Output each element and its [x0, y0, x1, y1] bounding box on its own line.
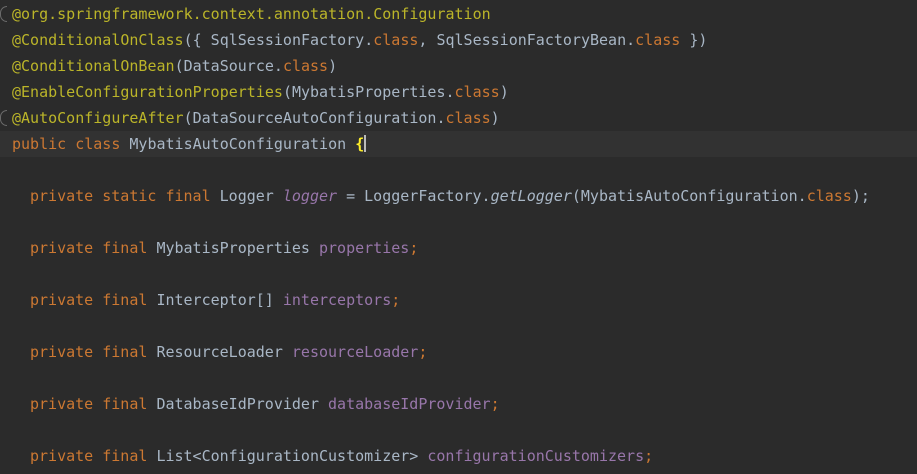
class-name-token: MybatisAutoConfiguration	[129, 135, 356, 153]
code-token: );	[851, 187, 870, 205]
code-token: )	[490, 109, 500, 127]
keyword-token: private static final	[30, 187, 220, 205]
field-token: databaseIdProvider	[328, 395, 491, 413]
code-token: })	[680, 31, 708, 49]
keyword-token: class	[373, 31, 419, 49]
keyword-token: class	[806, 187, 852, 205]
annotation-token: @org.springframework.context.annotation.	[12, 5, 374, 23]
type-token: DatabaseIdProvider	[156, 395, 329, 413]
code-line[interactable]: private final DatabaseIdProvider databas…	[0, 391, 917, 417]
keyword-token: private final	[30, 395, 157, 413]
annotation-token: @ConditionalOnClass	[12, 31, 184, 49]
code-line[interactable]: @ConditionalOnBean(DataSource.class)	[0, 53, 917, 79]
code-token: (DataSource.	[174, 57, 283, 75]
keyword-token: private final	[30, 291, 157, 309]
code-token: = LoggerFactory.	[337, 187, 491, 205]
fold-marker-icon[interactable]	[0, 110, 8, 126]
keyword-token: private final	[30, 239, 157, 257]
fold-marker-icon[interactable]	[0, 6, 8, 22]
code-line-current[interactable]: public class MybatisAutoConfiguration {	[0, 131, 917, 157]
code-token: )	[499, 83, 509, 101]
static-field-token: logger	[282, 187, 338, 205]
code-line[interactable]: private final Interceptor[] interceptors…	[0, 287, 917, 313]
code-line[interactable]: @org.springframework.context.annotation.…	[0, 1, 917, 27]
type-token: List<ConfigurationCustomizer>	[156, 447, 428, 465]
static-method-token: getLogger	[490, 187, 572, 205]
semicolon-token: ;	[418, 343, 428, 361]
annotation-token: @EnableConfigurationProperties	[12, 83, 283, 101]
code-token: )	[328, 57, 338, 75]
field-token: resourceLoader	[291, 343, 419, 361]
type-token: MybatisProperties	[156, 239, 319, 257]
type-token: Logger	[219, 187, 283, 205]
semicolon-token: ;	[391, 291, 401, 309]
keyword-token: private final	[30, 343, 157, 361]
field-token: configurationCustomizers	[427, 447, 645, 465]
keyword-token: class	[282, 57, 329, 75]
code-token: , SqlSessionFactoryBean.	[418, 31, 636, 49]
code-line[interactable]: @AutoConfigureAfter(DataSourceAutoConfig…	[0, 105, 917, 131]
text-caret	[364, 135, 367, 152]
semicolon-token: ;	[490, 395, 500, 413]
code-line[interactable]: @EnableConfigurationProperties(MybatisPr…	[0, 79, 917, 105]
semicolon-token: ;	[409, 239, 419, 257]
code-token: (DataSourceAutoConfiguration.	[183, 109, 446, 127]
annotation-token: @ConditionalOnBean	[12, 57, 175, 75]
annotation-token: Configuration	[373, 5, 491, 23]
code-token: (MybatisProperties.	[282, 83, 455, 101]
type-token: Interceptor[]	[156, 291, 283, 309]
code-line[interactable]: private final MybatisProperties properti…	[0, 235, 917, 261]
keyword-token: class	[445, 109, 491, 127]
field-token: interceptors	[282, 291, 392, 309]
annotation-token: @AutoConfigureAfter	[12, 109, 184, 127]
keyword-token: class	[454, 83, 500, 101]
code-token: (MybatisAutoConfiguration.	[571, 187, 807, 205]
matched-brace: {	[355, 135, 365, 153]
code-line[interactable]: private final List<ConfigurationCustomiz…	[0, 443, 917, 469]
type-token: ResourceLoader	[156, 343, 292, 361]
keyword-token: private final	[30, 447, 157, 465]
keyword-token: class	[635, 31, 681, 49]
keyword-token: public class	[12, 135, 130, 153]
semicolon-token: ;	[644, 447, 654, 465]
code-line[interactable]: @ConditionalOnClass({ SqlSessionFactory.…	[0, 27, 917, 53]
code-line[interactable]: private final ResourceLoader resourceLoa…	[0, 339, 917, 365]
code-token: ({ SqlSessionFactory.	[183, 31, 374, 49]
code-line[interactable]: private static final Logger logger = Log…	[0, 183, 917, 209]
code-editor[interactable]: @org.springframework.context.annotation.…	[0, 0, 917, 474]
field-token: properties	[319, 239, 410, 257]
